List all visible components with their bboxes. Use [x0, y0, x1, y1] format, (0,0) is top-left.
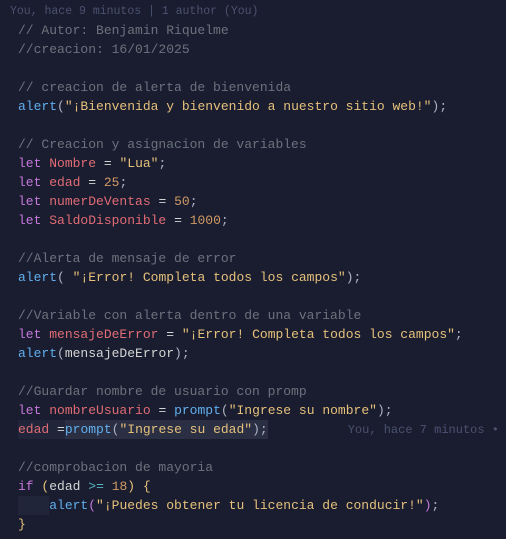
comment-line: //comprobacion de mayoria	[18, 460, 213, 475]
number-literal: 25	[104, 175, 120, 190]
keyword-let: let	[18, 156, 41, 171]
identifier: mensajeDeError	[49, 327, 158, 342]
string-literal: "¡Error! Completa todos los campos"	[73, 270, 346, 285]
comment-line: //Alerta de mensaje de error	[18, 251, 236, 266]
identifier: edad	[18, 422, 49, 437]
comment-line: // Creacion y asignacion de variables	[18, 137, 307, 152]
comment-line: //Guardar nombre de usuario con promp	[18, 384, 307, 399]
string-literal: "Ingrese su edad"	[119, 422, 252, 437]
fn-prompt: prompt	[174, 403, 221, 418]
string-literal: "¡Bienvenida y bienvenido a nuestro siti…	[65, 99, 432, 114]
identifier: edad	[49, 479, 80, 494]
comment-line: // creacion de alerta de bienvenida	[18, 80, 291, 95]
string-literal: "¡Puedes obtener tu licencia de conducir…	[96, 498, 424, 513]
number-literal: 1000	[190, 213, 221, 228]
string-literal: "Lua"	[119, 156, 158, 171]
fn-alert: alert	[18, 270, 57, 285]
blame-annotation: You, hace 9 minutos | 1 author (You)	[0, 0, 506, 21]
comment-line: // Autor: Benjamin Riquelme	[18, 23, 229, 38]
fn-alert: alert	[18, 346, 57, 361]
string-literal: "¡Error! Completa todos los campos"	[182, 327, 455, 342]
keyword-let: let	[18, 213, 41, 228]
inline-blame: You, hace 7 minutos • Se	[268, 423, 506, 437]
comment-line: //creacion: 16/01/2025	[18, 42, 190, 57]
operator: >=	[88, 479, 104, 494]
fn-alert: alert	[18, 99, 57, 114]
identifier: SaldoDisponible	[49, 213, 166, 228]
string-literal: "Ingrese su nombre"	[229, 403, 377, 418]
fn-prompt: prompt	[65, 422, 112, 437]
identifier: nombreUsuario	[49, 403, 150, 418]
number-literal: 18	[112, 479, 128, 494]
identifier: edad	[49, 175, 80, 190]
keyword-let: let	[18, 403, 41, 418]
identifier: mensajeDeError	[65, 346, 174, 361]
comment-line: //Variable con alerta dentro de una vari…	[18, 308, 361, 323]
identifier: Nombre	[49, 156, 96, 171]
identifier: numerDeVentas	[49, 194, 150, 209]
keyword-let: let	[18, 194, 41, 209]
fn-alert: alert	[49, 498, 88, 513]
code-area[interactable]: // Autor: Benjamin Riquelme //creacion: …	[0, 21, 506, 534]
keyword-let: let	[18, 175, 41, 190]
keyword-if: if	[18, 479, 34, 494]
keyword-let: let	[18, 327, 41, 342]
number-literal: 50	[174, 194, 190, 209]
